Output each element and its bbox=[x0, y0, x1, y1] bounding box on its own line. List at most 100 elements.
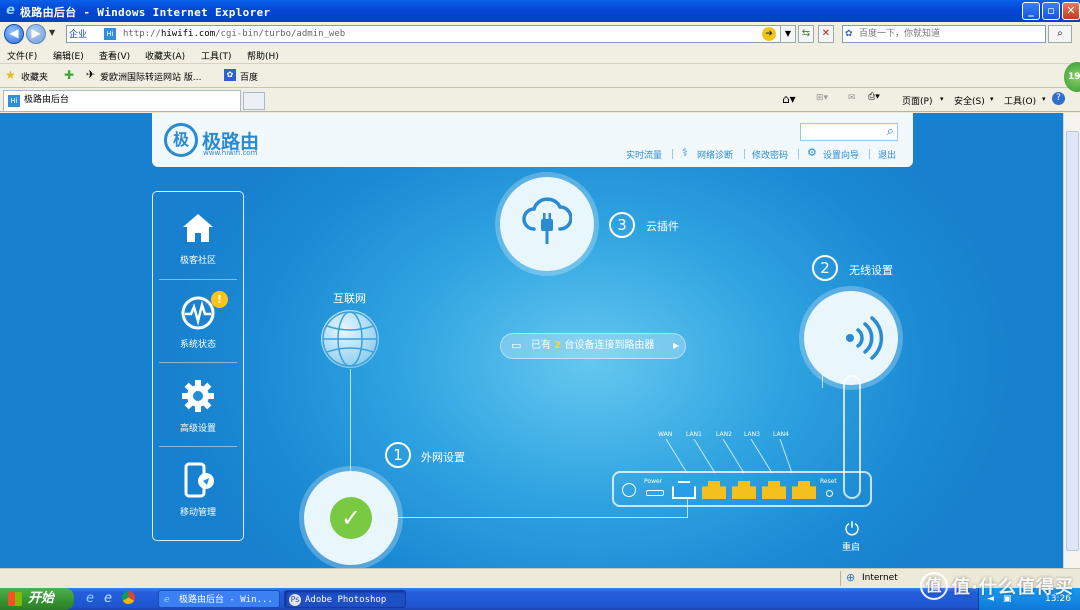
lan2-port-icon bbox=[732, 481, 756, 499]
step-3-number: 3 bbox=[609, 212, 635, 238]
history-dropdown-icon[interactable]: ▼ bbox=[49, 28, 55, 37]
gear-icon bbox=[182, 380, 214, 412]
wifi-signal-icon bbox=[846, 316, 884, 360]
tools-menu[interactable]: 工具(O) bbox=[1004, 94, 1036, 107]
search-button[interactable]: ⌕ bbox=[1048, 25, 1072, 43]
vertical-scrollbar[interactable] bbox=[1063, 113, 1080, 568]
ie-quicklaunch-icon[interactable]: e bbox=[86, 591, 94, 606]
favorites-star-icon[interactable]: ★ bbox=[5, 68, 16, 82]
task-label: Adobe Photoshop bbox=[305, 595, 387, 605]
feeds-icon[interactable]: ⊞▾ bbox=[816, 93, 828, 103]
lan3-port-icon bbox=[762, 481, 786, 499]
laptop-icon: ▭ bbox=[511, 339, 522, 352]
wan-settings-button[interactable]: ✓ bbox=[304, 471, 398, 565]
new-tab-button[interactable] bbox=[243, 92, 265, 110]
ie-quicklaunch-icon[interactable]: e bbox=[104, 591, 112, 606]
side-menu: 极客社区 ! 系统状态 高级设置 移动管理 bbox=[152, 191, 244, 541]
task-label: 极路由后台 - Win... bbox=[179, 595, 273, 605]
menu-bar: 文件(F) 编辑(E) 查看(V) 收藏夹(A) 工具(T) 帮助(H) bbox=[0, 46, 1080, 64]
link-logout[interactable]: 退出 bbox=[878, 148, 896, 161]
step-3-label[interactable]: 云插件 bbox=[646, 218, 679, 234]
baidu-paw-icon: ✿ bbox=[845, 29, 853, 39]
header-divider bbox=[798, 149, 799, 159]
print-icon[interactable]: ⎙▾ bbox=[868, 92, 880, 102]
wireless-settings-button[interactable] bbox=[804, 291, 898, 385]
wizard-icon: ⚙ bbox=[807, 146, 817, 159]
sidebar-item-community[interactable]: 极客社区 bbox=[159, 200, 237, 278]
favorite-link-2[interactable]: 百度 bbox=[240, 70, 258, 83]
sidebar-item-mobile[interactable]: 移动管理 bbox=[159, 452, 237, 530]
power-slot bbox=[646, 490, 664, 496]
step-2-label[interactable]: 无线设置 bbox=[849, 262, 893, 278]
taskbar-item-photoshop[interactable]: Ps Adobe Photoshop bbox=[284, 590, 406, 608]
restart-label[interactable]: 重启 bbox=[842, 540, 860, 553]
safety-menu[interactable]: 安全(S) bbox=[954, 94, 985, 107]
cloud-plugin-button[interactable] bbox=[500, 177, 594, 271]
port-label-lan1: LAN1 bbox=[686, 431, 702, 438]
menu-view[interactable]: 查看(V) bbox=[99, 49, 130, 62]
internet-globe-icon bbox=[321, 310, 379, 368]
sidebar-item-advanced[interactable]: 高级设置 bbox=[159, 368, 237, 446]
menu-favorites[interactable]: 收藏夹(A) bbox=[145, 49, 185, 62]
start-button[interactable]: 开始 bbox=[0, 588, 74, 610]
menu-file[interactable]: 文件(F) bbox=[7, 49, 37, 62]
watermark-logo-icon: 值 bbox=[920, 572, 948, 600]
back-button[interactable]: ◀ bbox=[4, 24, 24, 44]
chrome-icon[interactable] bbox=[122, 591, 135, 604]
step-1-label[interactable]: 外网设置 bbox=[421, 449, 465, 465]
favorite-link-1[interactable]: 爱欧洲国际转运网站 版... bbox=[100, 70, 201, 83]
cloud-plug-icon bbox=[522, 197, 572, 244]
add-favorite-icon[interactable]: ✚ bbox=[64, 68, 74, 82]
mobile-icon bbox=[184, 462, 214, 498]
port-label-wan: WAN bbox=[658, 431, 673, 438]
sidebar-divider bbox=[159, 446, 237, 447]
scrollbar-thumb[interactable] bbox=[1066, 131, 1079, 551]
reset-label: Reset bbox=[820, 478, 837, 485]
header-divider bbox=[744, 149, 745, 159]
connected-devices-button[interactable]: ▭ 已有 2 台设备连接到路由器 ▶ bbox=[500, 333, 686, 359]
link-setup-wizard[interactable]: 设置向导 bbox=[823, 148, 859, 161]
favorites-button[interactable]: 收藏夹 bbox=[21, 70, 48, 83]
browser-tab[interactable]: Hi 极路由后台 bbox=[3, 90, 241, 111]
close-button[interactable]: ✕ bbox=[1062, 2, 1080, 20]
home-icon[interactable]: ⌂▾ bbox=[782, 92, 796, 106]
windows-logo-icon bbox=[8, 592, 22, 606]
taskbar-item-ie[interactable]: e 极路由后台 - Win... bbox=[158, 590, 280, 608]
menu-help[interactable]: 帮助(H) bbox=[247, 49, 279, 62]
favorite-link-icon: ✈ bbox=[86, 68, 96, 81]
photoshop-icon: Ps bbox=[289, 594, 301, 606]
lan4-port-icon bbox=[792, 481, 816, 499]
forward-button[interactable]: ▶ bbox=[26, 24, 46, 44]
mail-icon[interactable]: ✉ bbox=[848, 93, 856, 103]
maximize-button[interactable]: ▫ bbox=[1042, 2, 1060, 20]
address-dropdown-button[interactable]: ▼ bbox=[780, 25, 796, 43]
address-bar[interactable]: 企业 Hi http://hiwifi.com/cgi-bin/turbo/ad… bbox=[66, 25, 794, 43]
stop-button[interactable]: ✕ bbox=[818, 25, 834, 43]
menu-edit[interactable]: 编辑(E) bbox=[53, 49, 84, 62]
help-icon[interactable]: ? bbox=[1052, 92, 1065, 105]
zone-label[interactable]: 企业 bbox=[69, 27, 87, 43]
link-realtime-traffic[interactable]: 实时流量 bbox=[626, 148, 662, 161]
restart-power-icon[interactable]: ⏻ bbox=[841, 518, 863, 540]
watermark-text: 值·什么值得买 bbox=[952, 577, 1074, 598]
start-label: 开始 bbox=[28, 591, 55, 606]
favorites-bar: ★ 收藏夹 ✚ ✈ 爱欧洲国际转运网站 版... ✿ 百度 bbox=[0, 64, 1080, 88]
status-divider bbox=[840, 571, 841, 586]
minimize-button[interactable]: _ bbox=[1022, 2, 1040, 20]
page-search-input[interactable]: ⌕ bbox=[800, 123, 898, 141]
search-input[interactable]: ✿ 百度一下，你就知道 bbox=[842, 25, 1046, 43]
link-change-password[interactable]: 修改密码 bbox=[752, 148, 788, 161]
menu-tools[interactable]: 工具(T) bbox=[201, 49, 232, 62]
zone-status: Internet bbox=[862, 573, 898, 583]
devices-count: 2 bbox=[554, 340, 562, 351]
link-network-diagnosis[interactable]: 网络诊断 bbox=[697, 148, 733, 161]
compat-view-icon[interactable]: ➜ bbox=[762, 27, 776, 41]
search-icon[interactable]: ⌕ bbox=[887, 124, 894, 140]
page-menu[interactable]: 页面(P) bbox=[902, 94, 932, 107]
check-icon: ✓ bbox=[330, 497, 372, 539]
refresh-button[interactable]: ⇆ bbox=[798, 25, 814, 43]
connector-line bbox=[395, 517, 688, 518]
sidebar-item-status[interactable]: ! 系统状态 bbox=[159, 284, 237, 362]
home-icon bbox=[183, 214, 213, 242]
sidebar-divider bbox=[159, 362, 237, 363]
